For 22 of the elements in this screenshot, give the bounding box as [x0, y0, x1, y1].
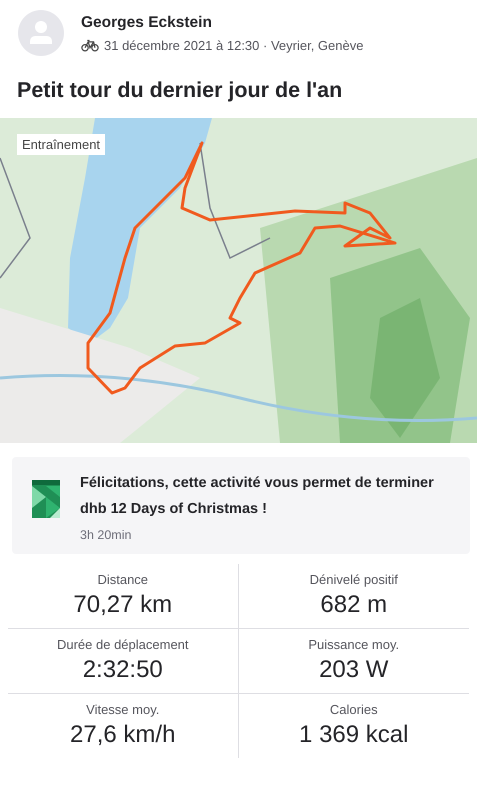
stat-value: 27,6 km/h — [70, 720, 176, 749]
stat-value: 2:32:50 — [82, 656, 163, 684]
stat-label: Durée de déplacement — [56, 636, 189, 652]
map-label: Entraînement — [17, 134, 106, 155]
stat-value: 682 m — [320, 590, 388, 619]
challenge-message: Félicitations, cette activité vous permet de terminer dhb 12 Days of Christmas ! — [80, 474, 435, 519]
stat-label: Vitesse moy. — [86, 702, 160, 717]
stat-label: Dénivelé positif — [310, 572, 398, 587]
bicycle-icon — [81, 38, 99, 52]
stat-value: 70,27 km — [73, 590, 172, 619]
challenge-time: 3h 20min — [80, 528, 132, 542]
stat-value: 203 W — [319, 656, 388, 684]
activity-title: Petit tour du dernier jour de l'an — [17, 78, 344, 104]
calendar-icon — [32, 480, 60, 518]
challenge-card[interactable]: Félicitations, cette activité vous permet de terminer dhb 12 Days of Christmas ! 3h 20min — [12, 456, 470, 554]
athlete-name[interactable]: Georges Eckstein — [81, 14, 364, 32]
stat-label: Distance — [97, 572, 148, 587]
stat-label: Calories — [330, 702, 378, 717]
stat-label: Puissance moy. — [308, 636, 400, 652]
stat-value: 1 369 kcal — [299, 720, 408, 749]
avatar-icon — [18, 10, 64, 56]
activity-date-location: 31 décembre 2021 à 12:30 · Veyrier, Genève — [104, 38, 364, 52]
